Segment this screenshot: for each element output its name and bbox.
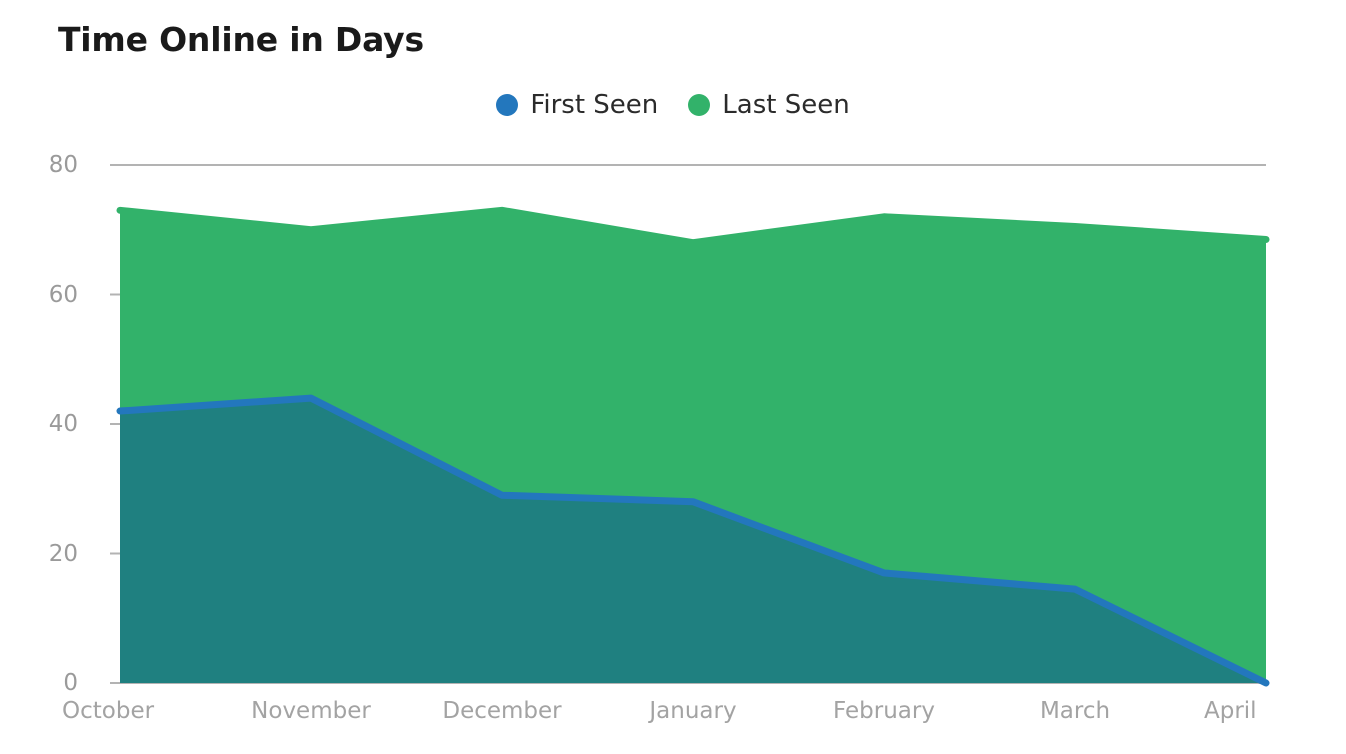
x-axis-tick-label: January [649, 698, 736, 724]
x-axis-tick-label: December [442, 698, 561, 724]
chart-container: Time Online in Days First Seen Last Seen… [0, 0, 1346, 754]
x-axis-tick-label: April [1204, 698, 1257, 724]
y-axis-tick-label: 0 [0, 670, 78, 696]
x-axis-tick-label: March [1040, 698, 1110, 724]
x-axis-tick-label: October [62, 698, 154, 724]
x-axis-tick-label: November [251, 698, 371, 724]
plot-area: 0 20 40 60 80 October November December January F… [0, 0, 1346, 754]
y-axis-tick-label: 40 [0, 411, 78, 437]
chart-svg [0, 0, 1346, 754]
y-axis-tick-label: 80 [0, 152, 78, 178]
y-axis-tick-label: 20 [0, 541, 78, 567]
y-axis-tick-label: 60 [0, 282, 78, 308]
x-axis-tick-label: February [833, 698, 935, 724]
